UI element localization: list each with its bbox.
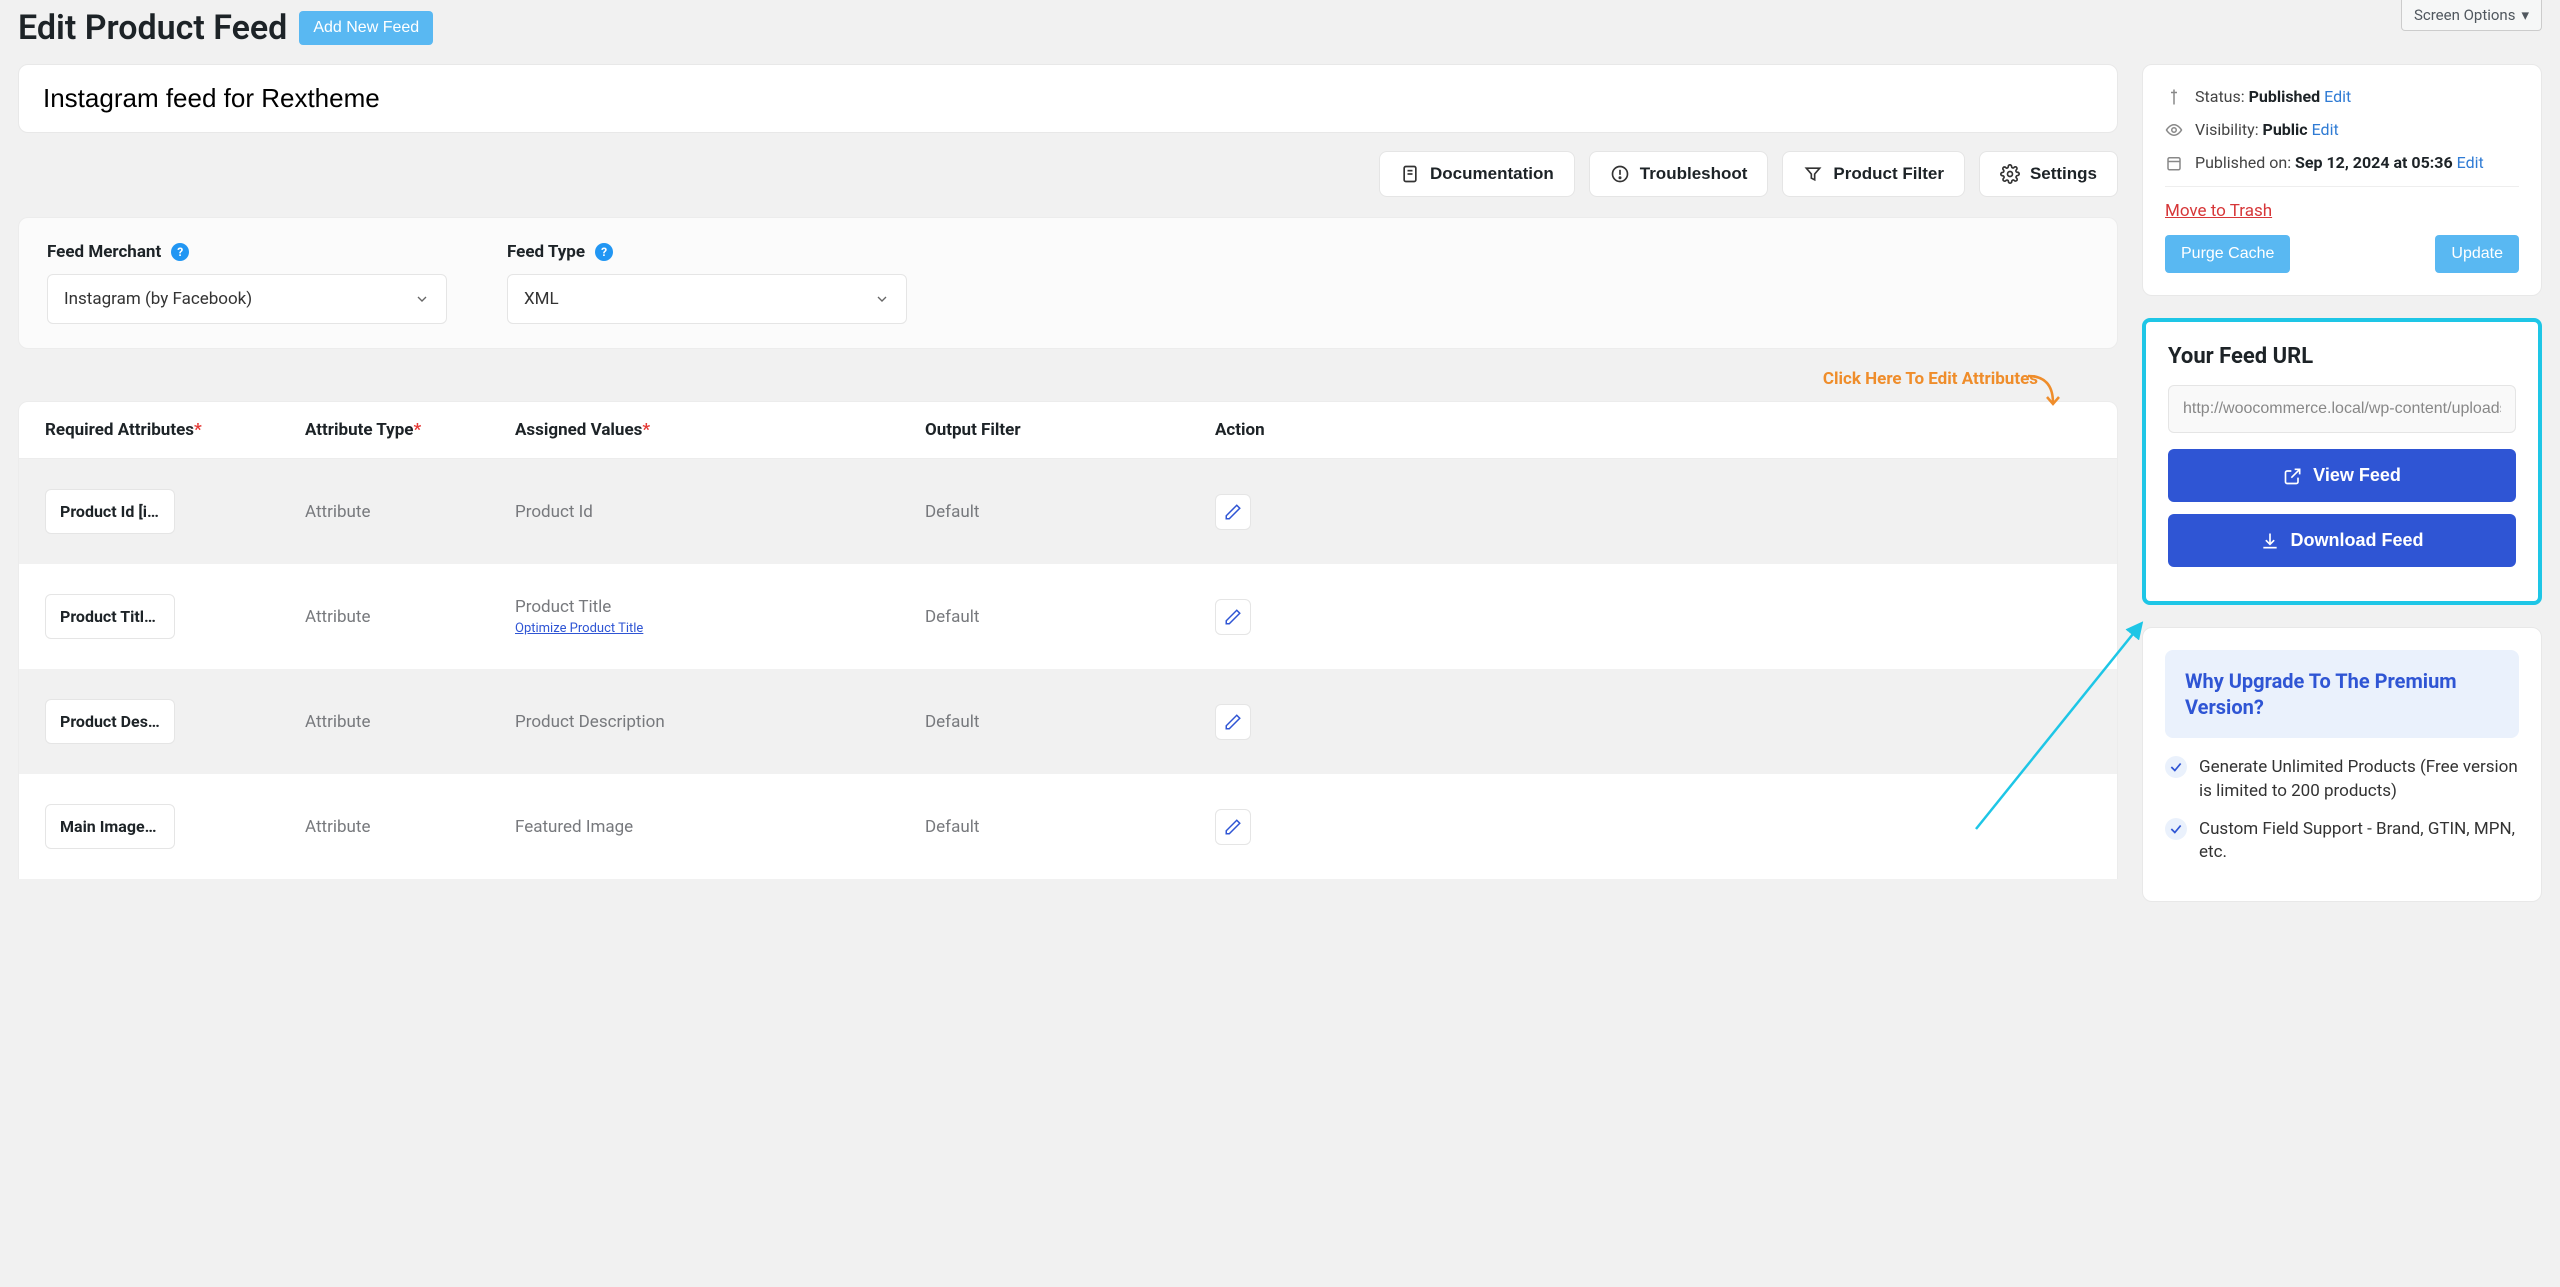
- merchant-panel: Feed Merchant ? Instagram (by Facebook) …: [18, 217, 2118, 349]
- upgrade-box: Why Upgrade To The Premium Version? Gene…: [2142, 627, 2542, 902]
- col-output-filter: Output Filter: [925, 420, 1215, 440]
- documentation-label: Documentation: [1430, 164, 1554, 184]
- pencil-icon: [1224, 713, 1242, 731]
- attribute-pill[interactable]: Main Image […: [45, 804, 175, 849]
- screen-options-label: Screen Options: [2414, 6, 2516, 24]
- help-icon[interactable]: ?: [595, 243, 613, 261]
- edit-row-button[interactable]: [1215, 599, 1251, 635]
- assigned-value: Product TitleOptimize Product Title: [515, 597, 925, 636]
- feed-merchant-select[interactable]: Instagram (by Facebook): [47, 274, 447, 324]
- feed-type-value: XML: [524, 289, 559, 309]
- calendar-icon: [2165, 154, 2183, 172]
- feed-title-input-wrap: [18, 64, 2118, 133]
- col-required-attributes: Required Attributes: [45, 420, 194, 440]
- upgrade-list-item: Custom Field Support - Brand, GTIN, MPN,…: [2165, 818, 2519, 866]
- settings-button[interactable]: Settings: [1979, 151, 2118, 197]
- published-on-edit-link[interactable]: Edit: [2457, 153, 2484, 172]
- move-to-trash-link[interactable]: Move to Trash: [2165, 201, 2272, 221]
- table-row: Product Id [id] Attribute Product Id Def…: [18, 459, 2118, 564]
- attribute-type-value: Attribute: [305, 607, 515, 627]
- doc-icon: [1400, 164, 1420, 184]
- chevron-down-icon: [874, 291, 890, 307]
- col-attribute-type: Attribute Type: [305, 420, 414, 440]
- gear-icon: [2000, 164, 2020, 184]
- attribute-type-value: Attribute: [305, 817, 515, 837]
- purge-cache-button[interactable]: Purge Cache: [2165, 235, 2290, 273]
- edit-attributes-hint: Click Here To Edit Attributes: [18, 363, 2118, 401]
- view-feed-button[interactable]: View Feed: [2168, 449, 2516, 502]
- col-action: Action: [1215, 420, 1345, 440]
- published-on-label: Published on:: [2195, 153, 2291, 172]
- feed-merchant-value: Instagram (by Facebook): [64, 289, 252, 309]
- optimize-title-link[interactable]: Optimize Product Title: [515, 621, 925, 636]
- visibility-value: Public: [2263, 120, 2308, 139]
- attribute-pill[interactable]: Product Title …: [45, 594, 175, 639]
- table-row: Product Desc… Attribute Product Descript…: [18, 669, 2118, 774]
- download-feed-button[interactable]: Download Feed: [2168, 514, 2516, 567]
- attribute-pill[interactable]: Product Desc…: [45, 699, 175, 744]
- output-filter-value: Default: [925, 607, 1215, 627]
- troubleshoot-label: Troubleshoot: [1640, 164, 1748, 184]
- edit-row-button[interactable]: [1215, 809, 1251, 845]
- eye-icon: [2165, 121, 2183, 139]
- attributes-table-header: Required Attributes* Attribute Type* Ass…: [18, 401, 2118, 459]
- curved-arrow-icon: [2023, 371, 2063, 411]
- filter-icon: [1803, 164, 1823, 184]
- troubleshoot-button[interactable]: Troubleshoot: [1589, 151, 1769, 197]
- pencil-icon: [1224, 608, 1242, 626]
- screen-options-toggle[interactable]: Screen Options ▾: [2401, 0, 2542, 31]
- table-row: Main Image [… Attribute Featured Image D…: [18, 774, 2118, 879]
- view-feed-label: View Feed: [2313, 465, 2401, 486]
- settings-label: Settings: [2030, 164, 2097, 184]
- feed-type-select[interactable]: XML: [507, 274, 907, 324]
- table-row: Product Title … Attribute Product TitleO…: [18, 564, 2118, 669]
- add-new-feed-button[interactable]: Add New Feed: [299, 11, 433, 45]
- status-label: Status:: [2195, 87, 2245, 106]
- product-filter-button[interactable]: Product Filter: [1782, 151, 1965, 197]
- product-filter-label: Product Filter: [1833, 164, 1944, 184]
- edit-row-button[interactable]: [1215, 494, 1251, 530]
- output-filter-value: Default: [925, 502, 1215, 522]
- status-value: Published: [2249, 87, 2321, 106]
- alert-icon: [1610, 164, 1630, 184]
- upgrade-list-item: Generate Unlimited Products (Free versio…: [2165, 756, 2519, 804]
- published-on-value: Sep 12, 2024 at 05:36: [2295, 153, 2453, 172]
- attribute-pill[interactable]: Product Id [id]: [45, 489, 175, 534]
- download-icon: [2260, 531, 2280, 551]
- download-feed-label: Download Feed: [2290, 530, 2423, 551]
- documentation-button[interactable]: Documentation: [1379, 151, 1575, 197]
- pencil-icon: [1224, 818, 1242, 836]
- external-link-icon: [2283, 466, 2303, 486]
- output-filter-value: Default: [925, 817, 1215, 837]
- status-edit-link[interactable]: Edit: [2324, 87, 2351, 106]
- visibility-label: Visibility:: [2195, 120, 2259, 139]
- pencil-icon: [1224, 503, 1242, 521]
- feed-merchant-label: Feed Merchant: [47, 242, 161, 262]
- help-icon[interactable]: ?: [171, 243, 189, 261]
- page-title: Edit Product Feed: [18, 8, 287, 48]
- feed-title-input[interactable]: [43, 83, 2093, 114]
- output-filter-value: Default: [925, 712, 1215, 732]
- chevron-down-icon: ▾: [2521, 6, 2529, 24]
- assigned-value: Product Id: [515, 502, 925, 522]
- col-assigned-values: Assigned Values: [515, 420, 642, 440]
- visibility-edit-link[interactable]: Edit: [2312, 120, 2339, 139]
- chevron-down-icon: [414, 291, 430, 307]
- upgrade-title: Why Upgrade To The Premium Version?: [2185, 668, 2499, 720]
- feed-url-input[interactable]: [2168, 385, 2516, 433]
- check-icon: [2165, 756, 2187, 778]
- assigned-value: Featured Image: [515, 817, 925, 837]
- edit-row-button[interactable]: [1215, 704, 1251, 740]
- attribute-type-value: Attribute: [305, 502, 515, 522]
- feed-url-title: Your Feed URL: [2168, 344, 2516, 369]
- pin-icon: [2165, 88, 2183, 106]
- attribute-type-value: Attribute: [305, 712, 515, 732]
- feed-url-box: Your Feed URL View Feed Download Feed: [2142, 318, 2542, 605]
- assigned-value: Product Description: [515, 712, 925, 732]
- publish-box: Status: PublishedEdit Visibility: Public…: [2142, 64, 2542, 296]
- update-button[interactable]: Update: [2435, 235, 2519, 273]
- feed-type-label: Feed Type: [507, 242, 585, 262]
- check-icon: [2165, 818, 2187, 840]
